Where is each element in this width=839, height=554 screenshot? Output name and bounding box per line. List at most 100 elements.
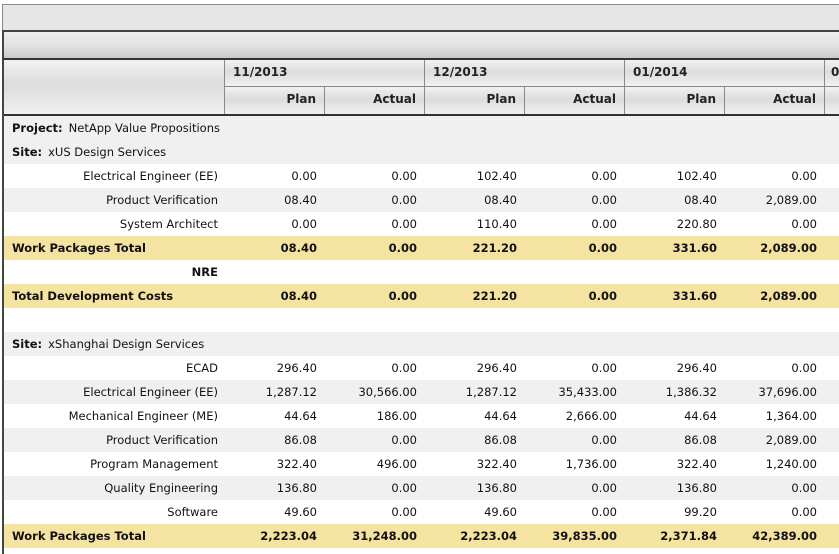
row-header-corner — [4, 60, 225, 114]
actual-cell: 0.00 — [791, 217, 817, 231]
row-label: System Architect — [119, 217, 218, 231]
plan-cell: 322.40 — [276, 457, 317, 471]
group-name: xShanghai Design Services — [48, 337, 205, 351]
plan-cell: 49.60 — [284, 505, 317, 519]
actual-cell: 30,566.00 — [358, 385, 417, 399]
plan-cell: 2,223.04 — [460, 529, 517, 543]
toolbar-strip — [2, 30, 839, 59]
group-row[interactable]: Project: NetApp Value Propositions — [4, 116, 839, 140]
month-header[interactable]: 0 — [825, 60, 839, 87]
actual-cell: 2,666.00 — [565, 409, 617, 423]
total-row[interactable]: Total Development Costs 08.40 0.00 221.20 0.… — [4, 284, 839, 308]
actual-cell: 2,089.00 — [765, 193, 817, 207]
month-header[interactable]: 11/2013 — [225, 60, 425, 87]
plan-cell: 08.40 — [280, 241, 317, 255]
group-name: xUS Design Services — [48, 145, 167, 159]
row-label: Product Verification — [106, 433, 218, 447]
actual-cell: 0.00 — [791, 481, 817, 495]
plan-cell: 0.00 — [291, 169, 317, 183]
actual-cell: 42,389.00 — [752, 529, 817, 543]
plan-cell: 08.40 — [684, 193, 717, 207]
plan-cell: 1,287.12 — [465, 385, 517, 399]
table-row[interactable]: NRE — [4, 260, 839, 284]
plan-column-header[interactable]: Plan — [425, 87, 525, 114]
plan-cell: 44.64 — [684, 409, 717, 423]
actual-cell: 0.00 — [791, 505, 817, 519]
plan-cell: 322.40 — [476, 457, 517, 471]
group-label: Site: xUS Design Services — [12, 140, 226, 164]
table-row[interactable]: Electrical Engineer (EE) 0.00 0.00 102.40 0.… — [4, 164, 839, 188]
table-row[interactable]: Mechanical Engineer (ME) 44.64 186.00 44.64… — [4, 404, 839, 428]
actual-cell: 1,736.00 — [565, 457, 617, 471]
actual-cell: 496.00 — [376, 457, 417, 471]
plan-cell: 220.80 — [676, 217, 717, 231]
row-label: Total Development Costs — [12, 289, 174, 303]
plan-cell: 221.20 — [472, 241, 517, 255]
table-row[interactable]: Software 49.60 0.00 49.60 0.00 99.20 0.00 — [4, 500, 839, 524]
plan-cell: 296.40 — [276, 361, 317, 375]
actual-cell: 2,089.00 — [760, 289, 817, 303]
row-label: NRE — [191, 265, 218, 279]
table-row[interactable]: Electrical Engineer (EE) 1,287.12 30,566.0… — [4, 380, 839, 404]
plan-cell: 136.80 — [676, 481, 717, 495]
actual-cell: 0.00 — [791, 169, 817, 183]
plan-cell: 49.60 — [484, 505, 517, 519]
window-title-bar — [2, 4, 839, 31]
table-row[interactable]: System Architect 0.00 0.00 110.40 0.00 220.80… — [4, 212, 839, 236]
actual-cell: 0.00 — [588, 289, 617, 303]
plan-cell: 221.20 — [472, 289, 517, 303]
group-name: NetApp Value Propositions — [68, 121, 220, 135]
actual-cell: 0.00 — [388, 289, 417, 303]
table-row[interactable]: Program Management 322.40 496.00 322.40 1,73… — [4, 452, 839, 476]
actual-cell: 0.00 — [591, 169, 617, 183]
partial-column-header[interactable] — [825, 87, 839, 114]
actual-cell: 0.00 — [391, 193, 417, 207]
month-header[interactable]: 01/2014 — [625, 60, 825, 87]
group-row[interactable]: Site: xUS Design Services — [4, 140, 839, 164]
grid-header: 11/2013 Plan Actual 12/2013 Plan Actual 01/201… — [4, 60, 839, 116]
plan-column-header[interactable]: Plan — [225, 87, 325, 114]
actual-cell: 1,240.00 — [765, 457, 817, 471]
actual-cell: 39,835.00 — [552, 529, 617, 543]
actual-cell: 2,089.00 — [765, 433, 817, 447]
plan-cell: 2,223.04 — [260, 529, 317, 543]
plan-cell: 08.40 — [284, 193, 317, 207]
row-label: Product Verification — [106, 193, 218, 207]
group-row[interactable]: Site: xShanghai Design Services — [4, 332, 839, 356]
plan-cell: 322.40 — [676, 457, 717, 471]
table-row[interactable]: Product Verification 08.40 0.00 08.40 0.00 08… — [4, 188, 839, 212]
table-row[interactable]: ECAD 296.40 0.00 296.40 0.00 296.40 0.00 — [4, 356, 839, 380]
actual-cell: 0.00 — [391, 169, 417, 183]
row-label: ECAD — [185, 361, 218, 375]
actual-cell: 0.00 — [388, 241, 417, 255]
actual-cell: 0.00 — [391, 433, 417, 447]
plan-cell: 86.08 — [484, 433, 517, 447]
table-row[interactable]: Quality Engineering 136.80 0.00 136.80 0.00 1… — [4, 476, 839, 500]
total-row[interactable]: Work Packages Total 08.40 0.00 221.20 0.00 33… — [4, 236, 839, 260]
plan-cell: 102.40 — [676, 169, 717, 183]
actual-column-header[interactable]: Actual — [525, 87, 625, 114]
group-label: Site: xShanghai Design Services — [12, 332, 226, 356]
total-row[interactable]: Work Packages Total 2,223.04 31,248.00 2,22… — [4, 524, 839, 548]
month-header[interactable]: 12/2013 — [425, 60, 625, 87]
actual-cell: 31,248.00 — [352, 529, 417, 543]
actual-column-header[interactable]: Actual — [325, 87, 425, 114]
actual-cell: 0.00 — [588, 241, 617, 255]
row-label: Electrical Engineer (EE) — [83, 385, 218, 399]
actual-cell: 0.00 — [791, 361, 817, 375]
actual-column-header[interactable]: Actual — [725, 87, 825, 114]
plan-column-header[interactable]: Plan — [625, 87, 725, 114]
plan-cell: 44.64 — [284, 409, 317, 423]
actual-cell: 0.00 — [591, 361, 617, 375]
grid-body: Project: NetApp Value Propositions Site: xU… — [4, 116, 839, 548]
plan-cell: 136.80 — [476, 481, 517, 495]
actual-cell: 1,364.00 — [765, 409, 817, 423]
actual-cell: 0.00 — [391, 361, 417, 375]
actual-cell: 0.00 — [591, 217, 617, 231]
plan-cell: 08.40 — [280, 289, 317, 303]
plan-cell: 296.40 — [476, 361, 517, 375]
table-row[interactable]: Product Verification 86.08 0.00 86.08 0.00 86… — [4, 428, 839, 452]
row-label: Program Management — [90, 457, 218, 471]
table-row[interactable] — [4, 308, 839, 332]
plan-cell: 1,386.32 — [665, 385, 717, 399]
